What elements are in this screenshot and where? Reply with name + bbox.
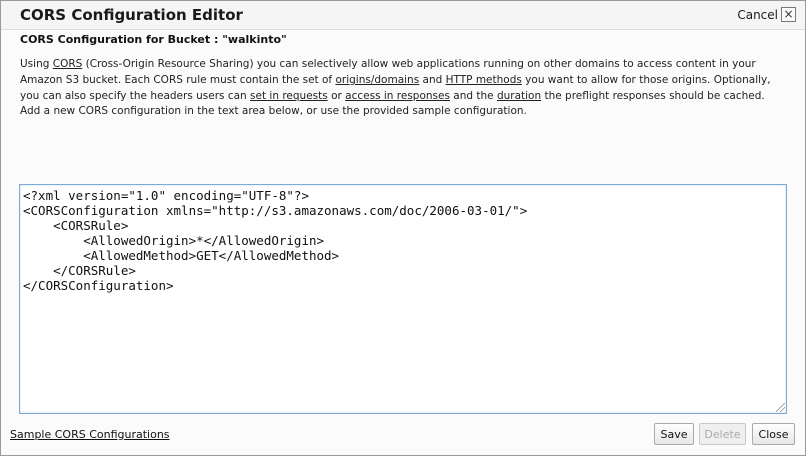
close-icon[interactable]: × [781, 7, 796, 22]
http-methods-link[interactable]: HTTP methods [446, 74, 522, 86]
delete-button[interactable]: Delete [699, 423, 746, 445]
code-line: <AllowedMethod>GET</AllowedMethod> [23, 248, 340, 263]
cors-link[interactable]: CORS [53, 58, 83, 70]
access-in-responses-link[interactable]: access in responses [345, 90, 450, 102]
code-line: <?xml version="1.0" encoding="UTF-8"?> [23, 188, 309, 203]
set-in-requests-link[interactable]: set in requests [250, 90, 328, 102]
desc-text: and the [449, 90, 497, 102]
description-text: Using CORS (Cross-Origin Resource Sharin… [20, 56, 790, 104]
desc-text: Using [20, 58, 53, 70]
code-line: </CORSRule> [23, 263, 136, 278]
desc-text: and [419, 74, 446, 86]
config-code: <?xml version="1.0" encoding="UTF-8"?> <C… [23, 188, 527, 293]
close-button[interactable]: Close [752, 423, 795, 445]
cors-editor-dialog: CORS Configuration Editor Cancel × CORS … [0, 0, 806, 456]
cors-config-textarea[interactable]: <?xml version="1.0" encoding="UTF-8"?> <C… [19, 184, 787, 414]
code-line: <AllowedOrigin>*</AllowedOrigin> [23, 233, 325, 248]
code-line: <CORSConfiguration xmlns="http://s3.amaz… [23, 203, 528, 218]
save-button[interactable]: Save [654, 423, 694, 445]
resize-handle-icon[interactable] [776, 403, 785, 412]
cancel-link[interactable]: Cancel [737, 8, 778, 22]
duration-link[interactable]: duration [497, 90, 541, 102]
bucket-subtitle: CORS Configuration for Bucket : "walkint… [20, 33, 287, 46]
code-line: </CORSConfiguration> [23, 278, 174, 293]
instructions-text: Add a new CORS configuration in the text… [20, 105, 527, 117]
sample-configurations-link[interactable]: Sample CORS Configurations [10, 428, 170, 441]
desc-text: the preflight responses should be cached… [541, 90, 765, 102]
origins-domains-link[interactable]: origins/domains [335, 74, 419, 86]
dialog-header: CORS Configuration Editor Cancel × [1, 1, 805, 30]
code-line: <CORSRule> [23, 218, 129, 233]
desc-text: or [327, 90, 346, 102]
dialog-title: CORS Configuration Editor [20, 6, 243, 24]
